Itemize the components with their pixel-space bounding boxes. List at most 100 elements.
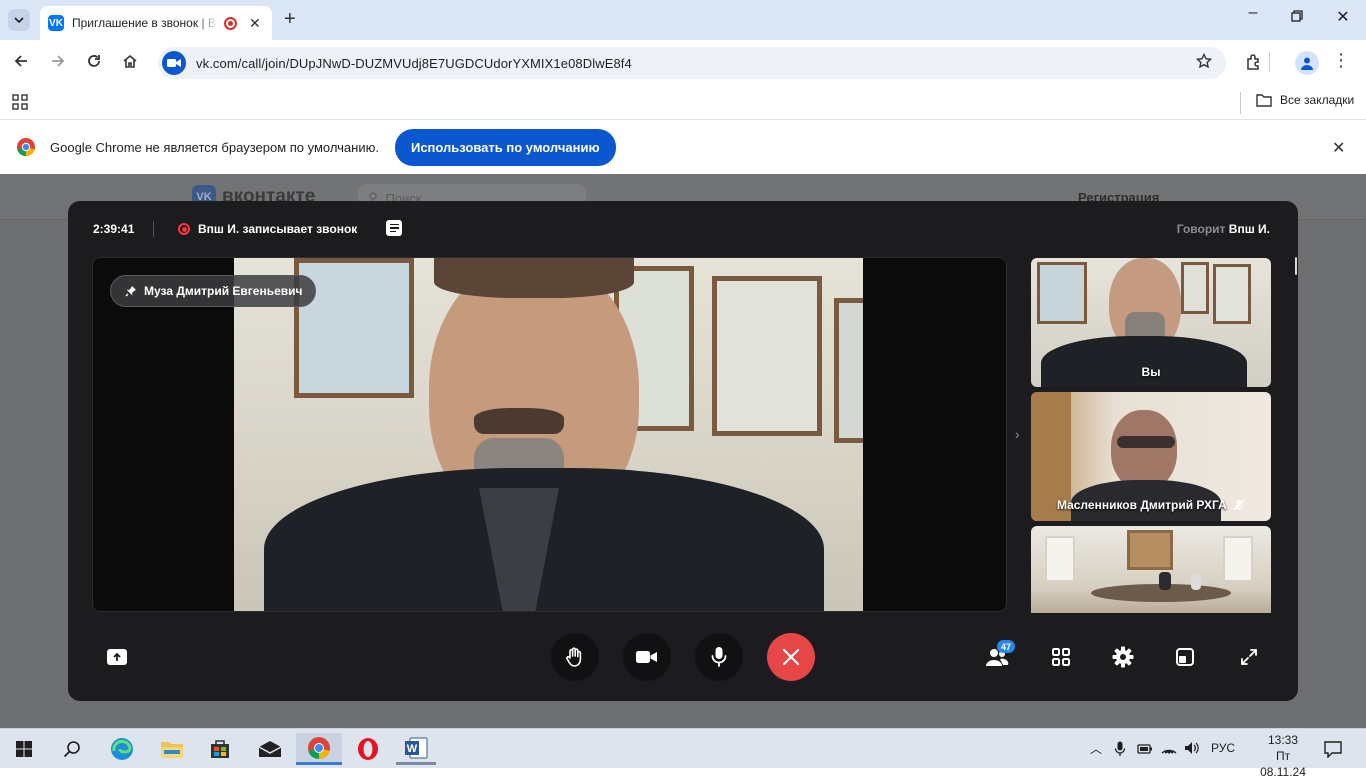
- share-screen-button[interactable]: [107, 649, 127, 665]
- set-default-button[interactable]: Использовать по умолчанию: [394, 128, 616, 166]
- close-window-button[interactable]: ✕: [1328, 7, 1358, 27]
- arrow-left-icon: [14, 55, 27, 67]
- taskbar-search-button[interactable]: [52, 733, 92, 765]
- tiles-scrollbar[interactable]: [1295, 257, 1297, 275]
- minimize-window-icon: [1176, 648, 1194, 666]
- restore-icon: [1291, 10, 1303, 22]
- extensions-icon[interactable]: [1243, 53, 1265, 76]
- tab-title: Приглашение в звонок | ВКонтакте: [72, 16, 218, 30]
- pinned-participant-name: Муза Дмитрий Евгеньевич: [144, 284, 303, 298]
- url-text[interactable]: vk.com/call/join/DUpJNwD-DUZMVUdj8E7UGDC…: [196, 56, 632, 71]
- store-app[interactable]: [200, 733, 240, 765]
- clock-date: Пт 08.11.24: [1260, 749, 1306, 779]
- participant-tile[interactable]: Масленников Дмитрий РХГА: [1031, 392, 1271, 521]
- browser-toolbar: vk.com/call/join/DUpJNwD-DUZMVUdj8E7UGDC…: [0, 40, 1366, 86]
- windows-taskbar: W ︿ РУС 13:33 Пт 08.11.24: [0, 728, 1366, 779]
- camera-site-icon[interactable]: [162, 51, 186, 75]
- close-icon: [782, 648, 800, 666]
- home-button[interactable]: [119, 53, 141, 74]
- file-explorer-app[interactable]: [152, 733, 192, 765]
- address-bar[interactable]: vk.com/call/join/DUpJNwD-DUZMVUdj8E7UGDC…: [158, 47, 1226, 79]
- room-person: [1191, 574, 1201, 590]
- microphone-icon: [711, 647, 727, 667]
- recording-dot-icon: [178, 223, 190, 235]
- microphone-tray-icon[interactable]: [1114, 741, 1126, 757]
- home-icon: [123, 54, 137, 68]
- mail-icon: [258, 741, 282, 757]
- vk-favicon-icon: VK: [48, 15, 64, 31]
- tab-close-icon[interactable]: ✕: [249, 15, 261, 32]
- profile-avatar[interactable]: [1295, 51, 1319, 75]
- participant-name: Масленников Дмитрий РХГА: [1031, 498, 1271, 512]
- word-icon: W: [405, 737, 428, 758]
- wall-diploma: [712, 276, 822, 436]
- word-app[interactable]: W: [396, 733, 436, 765]
- speaker-moustache: [474, 408, 564, 434]
- folder-icon: [161, 742, 183, 758]
- participants-count-badge: 47: [997, 640, 1015, 653]
- raise-hand-button[interactable]: [551, 633, 599, 681]
- chrome-logo-icon: [17, 138, 35, 157]
- wall-diploma: [1181, 262, 1209, 314]
- edge-icon: [111, 738, 133, 760]
- bookmark-star-icon[interactable]: [1193, 52, 1215, 74]
- opera-app[interactable]: [348, 733, 388, 765]
- layout-grid-button[interactable]: [1047, 643, 1075, 671]
- chrome-app[interactable]: [296, 733, 342, 765]
- battery-icon[interactable]: [1137, 742, 1153, 756]
- back-button[interactable]: [10, 53, 32, 74]
- microphone-button[interactable]: [695, 633, 743, 681]
- arrow-right-icon: [52, 55, 65, 67]
- apps-grid-icon[interactable]: [12, 94, 28, 115]
- reload-icon: [88, 55, 100, 67]
- volume-icon[interactable]: [1184, 741, 1200, 755]
- header-divider: [153, 221, 154, 237]
- recording-info-button[interactable]: [386, 220, 402, 236]
- tab-search-button[interactable]: [8, 9, 30, 31]
- gear-icon: [1112, 646, 1134, 668]
- main-video[interactable]: Муза Дмитрий Евгеньевич: [92, 257, 1007, 612]
- minimize-button[interactable]: –: [1238, 4, 1268, 22]
- participant-tile[interactable]: [1031, 526, 1271, 613]
- opera-icon: [358, 738, 378, 760]
- wall-diploma: [1037, 262, 1087, 324]
- call-window: 2:39:41 Впш И. записывает звонок Говорит…: [68, 201, 1298, 701]
- browser-tab[interactable]: VK Приглашение в звонок | ВКонтакте ✕: [40, 6, 272, 40]
- upload-arrow-icon: [113, 652, 121, 661]
- participant-glasses: [1117, 436, 1175, 448]
- edge-app[interactable]: [102, 733, 142, 765]
- mic-off-icon: [1233, 499, 1245, 511]
- store-bag-icon: [211, 740, 229, 758]
- pinned-name-badge[interactable]: Муза Дмитрий Евгеньевич: [110, 275, 316, 307]
- forward-button[interactable]: [47, 53, 69, 74]
- start-button[interactable]: [4, 733, 44, 765]
- language-indicator[interactable]: РУС: [1211, 741, 1235, 755]
- room-window: [1045, 536, 1075, 582]
- clock[interactable]: 13:33 Пт 08.11.24: [1252, 732, 1314, 780]
- new-tab-button[interactable]: +: [284, 9, 296, 29]
- fullscreen-button[interactable]: [1235, 643, 1263, 671]
- toolbar-divider: [1269, 52, 1270, 72]
- speaker-video-feed: [234, 258, 863, 611]
- camera-button[interactable]: [623, 633, 671, 681]
- all-bookmarks-label: Все закладки: [1280, 93, 1355, 107]
- end-call-button[interactable]: [767, 633, 815, 681]
- wifi-icon[interactable]: [1161, 741, 1177, 755]
- tray-overflow-chevron-icon[interactable]: ︿: [1090, 740, 1102, 757]
- all-bookmarks-button[interactable]: Все закладки: [1256, 93, 1354, 107]
- participants-button[interactable]: 47: [983, 640, 1015, 671]
- picture-in-picture-button[interactable]: [1171, 643, 1199, 671]
- folder-icon: [1256, 94, 1272, 107]
- chevron-right-icon[interactable]: ›: [1015, 426, 1020, 442]
- bookmarks-divider: [1240, 92, 1241, 114]
- mail-app[interactable]: [250, 733, 290, 765]
- menu-kebab-icon[interactable]: ⋮: [1330, 50, 1352, 71]
- notifications-icon[interactable]: [1324, 740, 1342, 758]
- participant-tile[interactable]: Вы: [1031, 258, 1271, 387]
- default-browser-infobar: Google Chrome не является браузером по у…: [0, 120, 1366, 174]
- reload-button[interactable]: [83, 53, 105, 74]
- infobar-close-icon[interactable]: ✕: [1332, 138, 1345, 158]
- settings-button[interactable]: [1109, 643, 1137, 671]
- room-fireplace: [1127, 530, 1173, 570]
- restore-button[interactable]: [1282, 9, 1312, 27]
